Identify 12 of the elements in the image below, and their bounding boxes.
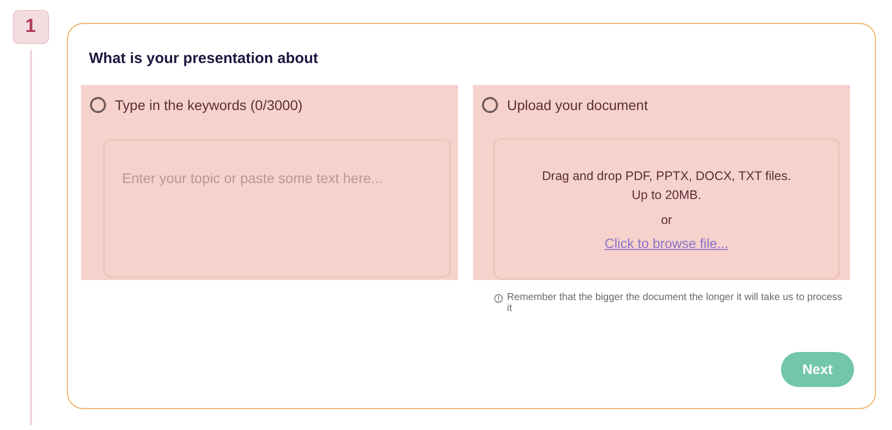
drop-instructions: Drag and drop PDF, PPTX, DOCX, TXT files. Up to 20MB. bbox=[542, 168, 791, 204]
form-title: What is your presentation about bbox=[89, 49, 320, 69]
or-text: or bbox=[660, 212, 672, 228]
drop-zone[interactable]: Drag and drop PDF, PPTX, DOCX, TXT files. Up to 20MB. or Click to browse file... bbox=[493, 138, 840, 280]
topic-input-field[interactable]: Enter your topic or paste some text here... bbox=[103, 138, 451, 278]
radio-button[interactable] bbox=[482, 97, 498, 113]
step-number: 1 bbox=[12, 10, 48, 44]
size-note: Remember that the bigger the document the longer it will take us to process it bbox=[507, 292, 844, 314]
radio-button[interactable] bbox=[90, 97, 106, 113]
info-icon bbox=[494, 294, 503, 302]
option-label[interactable]: Upload your document bbox=[507, 94, 648, 116]
option-label[interactable]: Type in the keywords (0/3000) bbox=[115, 94, 303, 116]
